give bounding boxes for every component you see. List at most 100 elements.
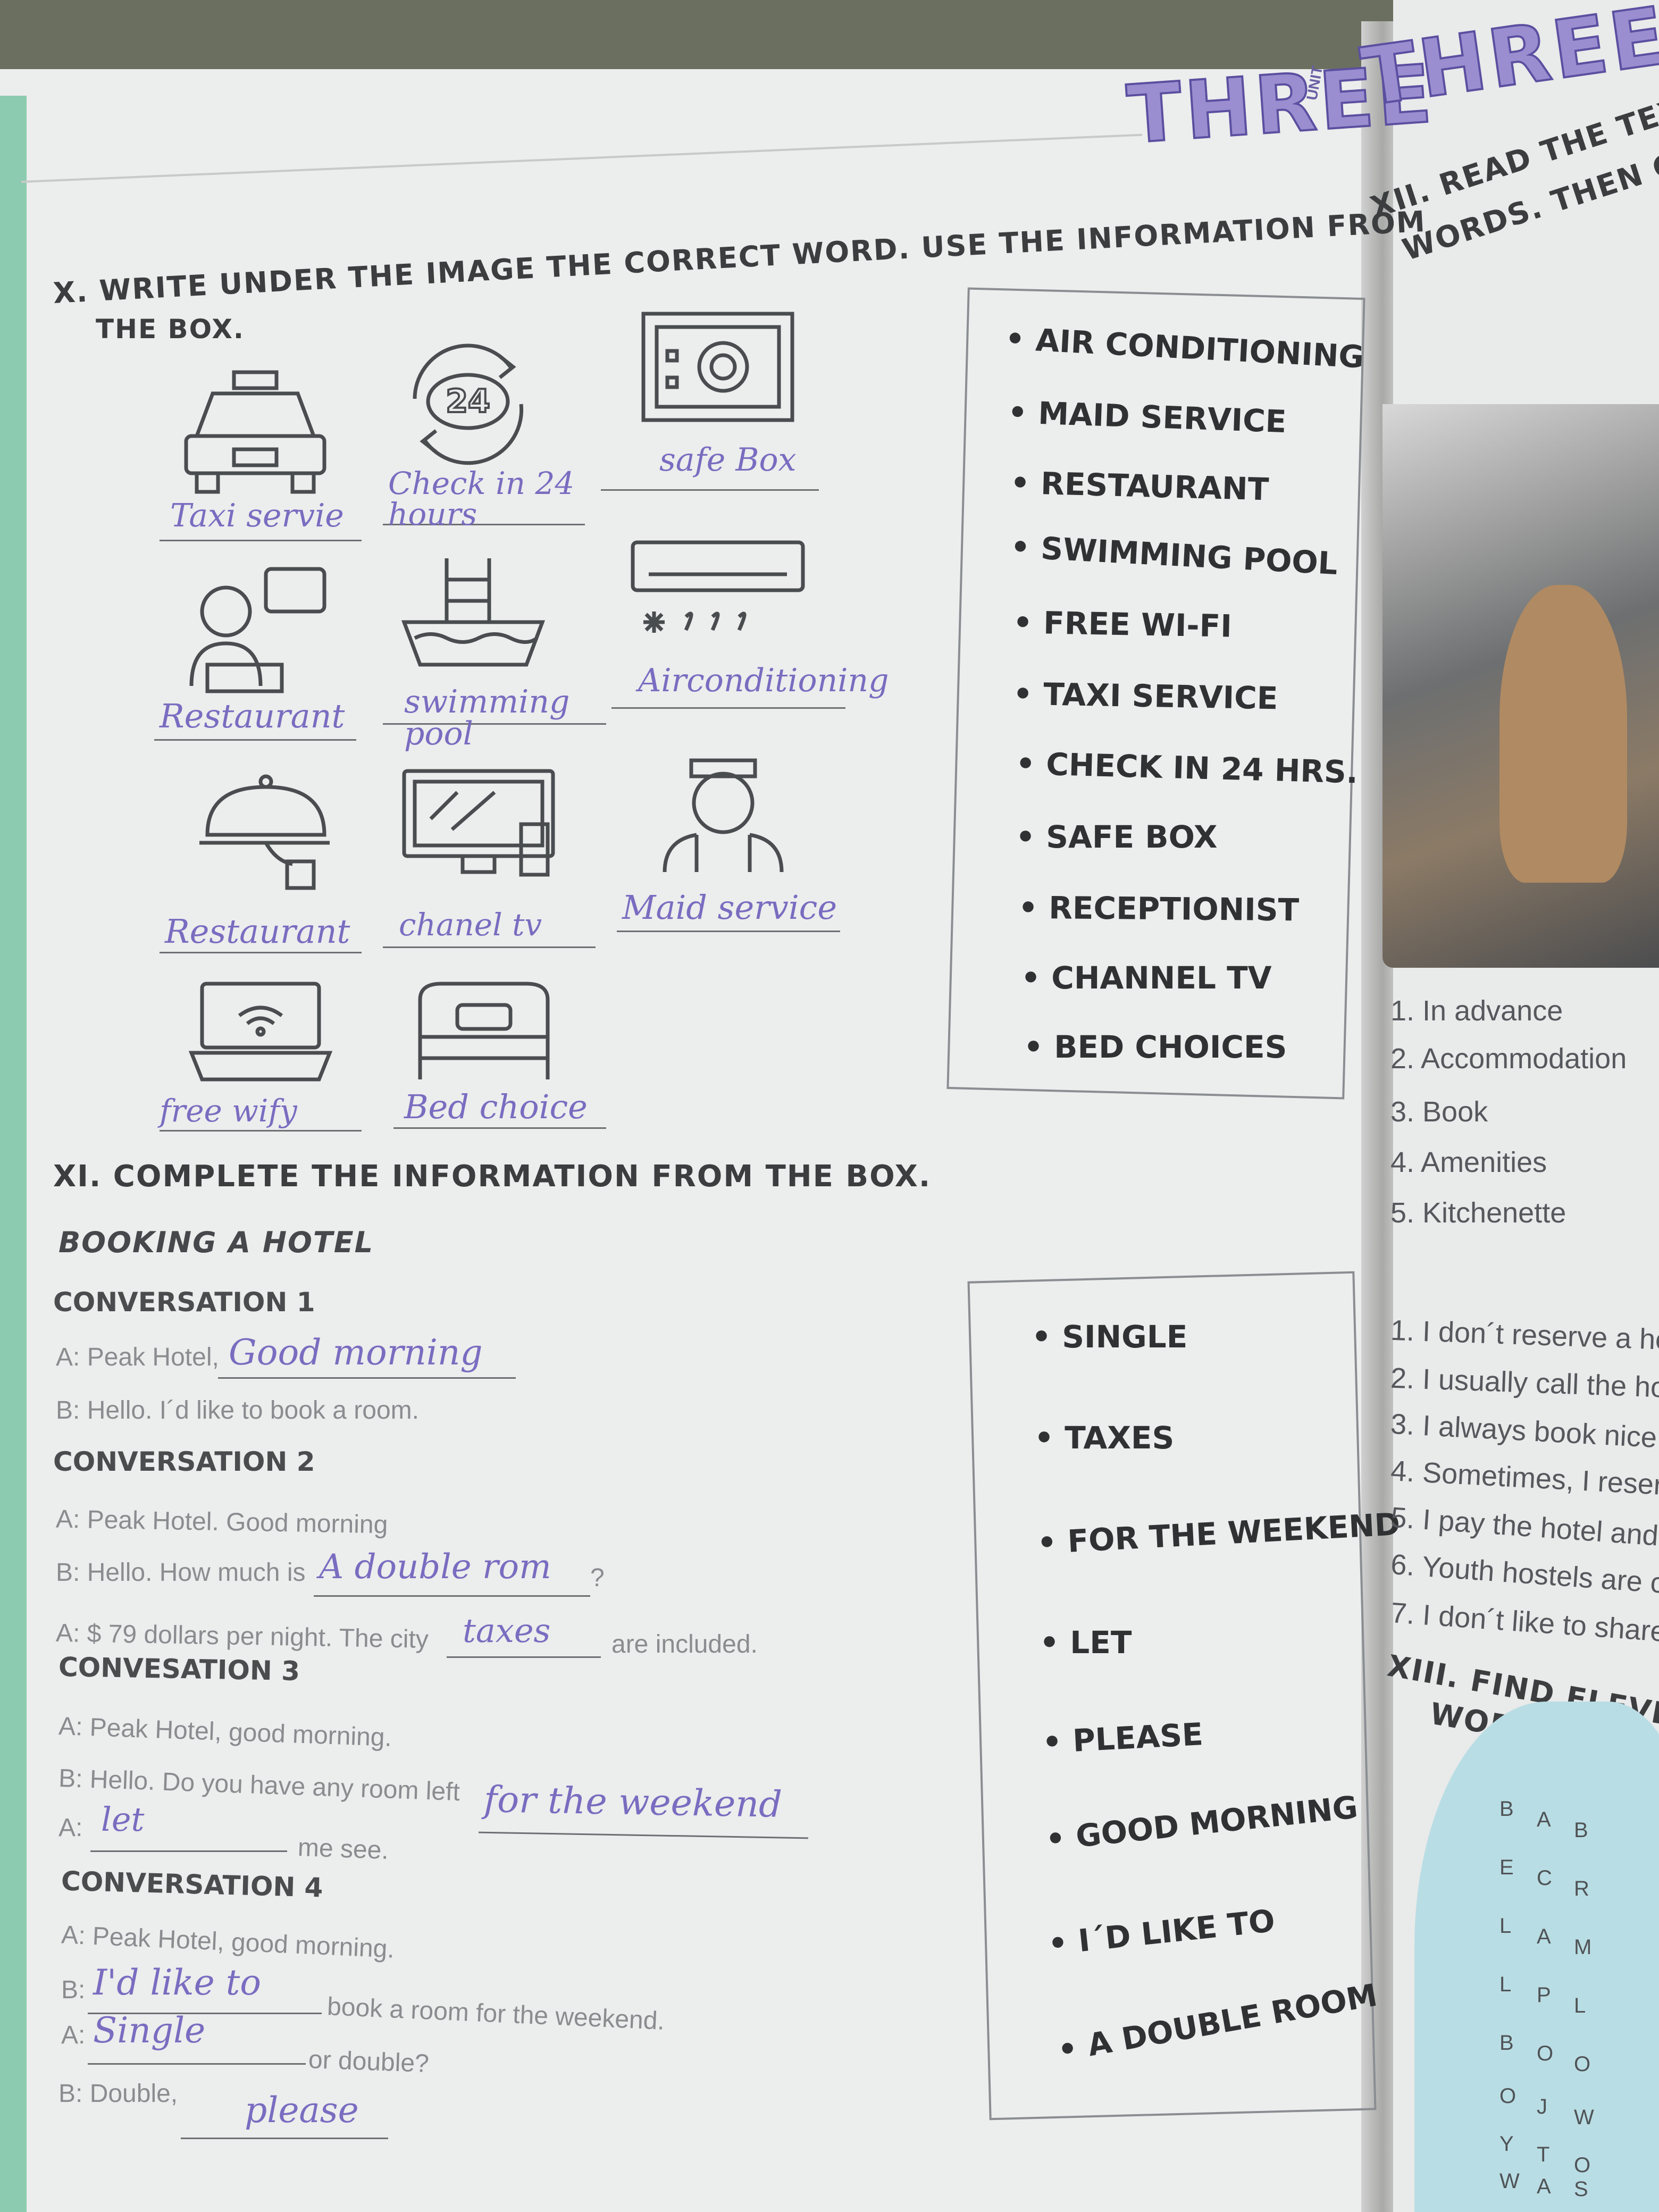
ws-letter[interactable]: W [1499,2169,1520,2193]
section-xi-title: XI. COMPLETE THE INFORMATION FROM THE BO… [53,1159,932,1194]
conv3-blank-2 [90,1850,287,1852]
laptop-wifi-icon [188,982,333,1082]
conv2-line-a2-end: are included. [611,1630,758,1658]
ws-letter[interactable]: P [1537,1983,1551,2007]
numbered-item-3: 3. Book [1390,1096,1488,1128]
section-x-title-line2: THE BOX. [96,314,245,345]
svg-text:24: 24 [446,383,490,420]
answer-air[interactable]: Airconditioning [638,662,889,699]
photo-person [1499,585,1627,883]
answer-line-taxi [160,540,362,541]
answer-line-wifi [160,1130,362,1132]
swimming-pool-icon [401,558,546,667]
conv1-line-b: B: Hello. I´d like to book a room. [56,1396,419,1425]
wordsearch-grid[interactable]: B A B E C R L A M L P L B O O O J W Y T … [1499,1797,1659,2201]
answer-bed[interactable]: Bed choice [404,1087,588,1126]
ws-letter[interactable]: S [1574,2177,1588,2201]
taxi-icon [184,370,326,494]
answer-line-safe [601,489,819,491]
ws-letter[interactable]: E [1499,1856,1514,1880]
numbered-item-1: 1. In advance [1390,995,1563,1027]
answer-maid[interactable]: Maid service [622,888,837,927]
answer-line-bed [393,1127,606,1129]
box-item-receptionist: • RECEPTIONIST [1018,889,1300,928]
ws-letter[interactable]: L [1499,1973,1511,1997]
box-item-safe-box: • SAFE BOX [1016,819,1218,855]
conv3-line-a2: A: [58,1814,83,1842]
ws-letter[interactable]: B [1574,1819,1588,1842]
ws-letter[interactable]: J [1537,2095,1547,2119]
tv-icon [402,769,555,877]
answer-line-maid [617,931,840,932]
conv4-answer-1[interactable]: I'd like to [93,1962,261,2003]
answer-taxi[interactable]: Taxi servie [170,497,344,534]
numbered-item-2: 2. Accommodation [1390,1043,1627,1075]
conv2-line-b-end: ? [590,1564,605,1592]
conv2-answer-1[interactable]: A double rom [319,1547,551,1587]
ws-letter[interactable]: A [1537,1925,1551,1949]
ws-letter[interactable]: T [1537,2143,1549,2167]
conv4-blank-3 [181,2138,388,2139]
conv2-blank-2 [447,1656,601,1658]
box-item-taxi-service: • TAXI SERVICE [1012,675,1278,717]
section-xi-subtitle: BOOKING A HOTEL [58,1226,374,1259]
ws-letter[interactable]: W [1574,2106,1594,2130]
conv1-title: CONVERSATION 1 [53,1287,315,1318]
ws-letter[interactable]: O [1574,2154,1590,2177]
maid-icon [663,758,784,873]
ws-letter[interactable]: C [1537,1866,1552,1890]
conv4-line-b: B: [61,1976,86,2004]
24-hours-icon: 24 [413,343,524,465]
conv2-line-a: A: Peak Hotel. Good morning [55,1505,388,1539]
ws-letter[interactable]: L [1499,1914,1511,1938]
box-item-channel-tv: • CHANNEL TV [1021,960,1272,996]
ws-letter[interactable]: Y [1499,2132,1514,2156]
conv4-answer-3[interactable]: please [245,2090,359,2131]
conv4-answer-2[interactable]: Single [93,2010,205,2051]
answer-checkin[interactable]: Check in 24 hours [388,468,611,530]
conv4-line-b2: B: Double, [58,2080,178,2108]
conv1-answer[interactable]: Good morning [229,1332,483,1373]
conv2-line-b: B: Hello. How much is [56,1559,306,1587]
conv2-answer-2[interactable]: taxes [463,1611,550,1650]
conv3-answer-1[interactable]: for the weekend [483,1779,782,1826]
answer-line-tv [383,946,596,948]
answer-line-tray [160,952,362,953]
bed-icon [418,982,550,1079]
box-item-restaurant: • RESTAURANT [1010,464,1270,508]
ws-letter[interactable]: R [1574,1877,1589,1901]
ws-letter[interactable]: A [1537,1808,1551,1832]
conv1-line-a: A: Peak Hotel, [56,1343,219,1371]
ws-letter[interactable]: A [1537,2175,1551,2199]
air-conditioner-icon [631,540,805,633]
answer-pool[interactable]: swimming pool [404,686,569,750]
numbered-item-4: 4. Amenities [1390,1146,1547,1178]
ws-letter[interactable]: O [1574,2052,1590,2076]
ws-letter[interactable]: B [1499,1797,1514,1821]
conv1-blank [218,1377,516,1379]
answer-wifi[interactable]: free wify [160,1093,297,1129]
receptionist-icon [189,567,326,693]
ws-letter[interactable]: O [1499,2084,1516,2108]
conv3-answer-2[interactable]: let [101,1800,144,1839]
ws-letter[interactable]: M [1574,1936,1591,1959]
answer-line-receptionist [154,739,356,741]
ws-letter[interactable]: O [1537,2042,1553,2066]
conv4-blank-2 [88,2063,306,2065]
answer-tray[interactable]: Restaurant [165,912,350,951]
answer-safe[interactable]: safe Box [659,441,796,479]
box-item-let: • LET [1040,1624,1132,1661]
numbered-item-5: 5. Kitchenette [1390,1197,1566,1229]
answer-receptionist[interactable]: Restaurant [160,697,345,735]
room-service-tray-icon [199,774,330,890]
ws-letter[interactable]: B [1499,2031,1514,2055]
conv2-title: CONVERSATION 2 [53,1446,315,1477]
conv4-line-a2-end: or double? [308,2046,430,2078]
box-item-bed-choices: • BED CHOICES [1024,1029,1287,1065]
box-item-taxes: • TAXES [1034,1420,1175,1456]
box-item-single: • SINGLE [1032,1319,1188,1355]
answer-tv[interactable]: chanel tv [399,907,542,943]
conv3-line-a2-end: me see. [297,1833,389,1865]
ws-letter[interactable]: L [1574,1994,1586,2018]
conv2-blank-1 [314,1595,590,1597]
